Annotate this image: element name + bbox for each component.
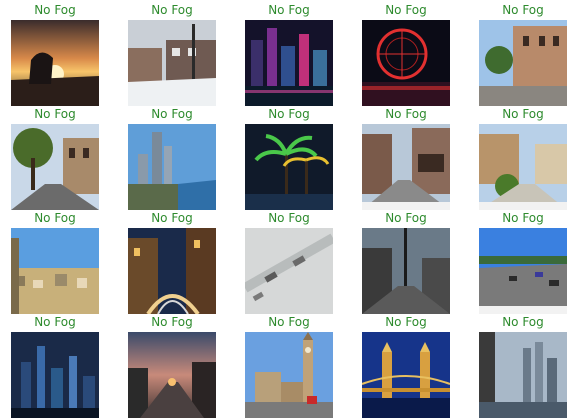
village-street-icon [479, 124, 567, 210]
cell-label: No Fog [385, 3, 427, 17]
old-town-square-icon [479, 20, 567, 106]
night-road-buildings-icon [128, 228, 216, 314]
snowy-street-icon [128, 20, 216, 106]
city-towers-dusk-icon [479, 332, 567, 418]
cell-label: No Fog [34, 3, 76, 17]
cell-label: No Fog [385, 315, 427, 329]
street-utility-pole-icon [362, 228, 450, 314]
cell-label: No Fog [268, 3, 310, 17]
cell-label: No Fog [34, 211, 76, 225]
sunset-person-icon [11, 20, 99, 106]
neon-city-night-icon [245, 20, 333, 106]
big-ben-icon [245, 332, 333, 418]
cell-label: No Fog [151, 315, 193, 329]
cell-label: No Fog [268, 107, 310, 121]
highway-cars-icon [479, 228, 567, 314]
tower-bridge-night-icon [362, 332, 450, 418]
cell-label: No Fog [502, 3, 544, 17]
snowy-road-cars-icon [245, 228, 333, 314]
street-view-shops-icon [362, 124, 450, 210]
city-skyline-night-icon [11, 332, 99, 418]
cell-label: No Fog [151, 107, 193, 121]
cell-label: No Fog [268, 211, 310, 225]
cell-label: No Fog [268, 315, 310, 329]
palm-trees-night-icon [245, 124, 333, 210]
cell-label: No Fog [151, 211, 193, 225]
waterfront-skyline-icon [128, 124, 216, 210]
cell-label: No Fog [385, 107, 427, 121]
ferris-wheel-night-icon [362, 20, 450, 106]
cell-label: No Fog [502, 211, 544, 225]
cell-label: No Fog [385, 211, 427, 225]
sunset-street-icon [128, 332, 216, 418]
cell-label: No Fog [34, 315, 76, 329]
cell-label: No Fog [502, 107, 544, 121]
cell-label: No Fog [502, 315, 544, 329]
cell-label: No Fog [151, 3, 193, 17]
city-panorama-icon [11, 228, 99, 314]
cell-label: No Fog [34, 107, 76, 121]
tree-lined-street-icon [11, 124, 99, 210]
